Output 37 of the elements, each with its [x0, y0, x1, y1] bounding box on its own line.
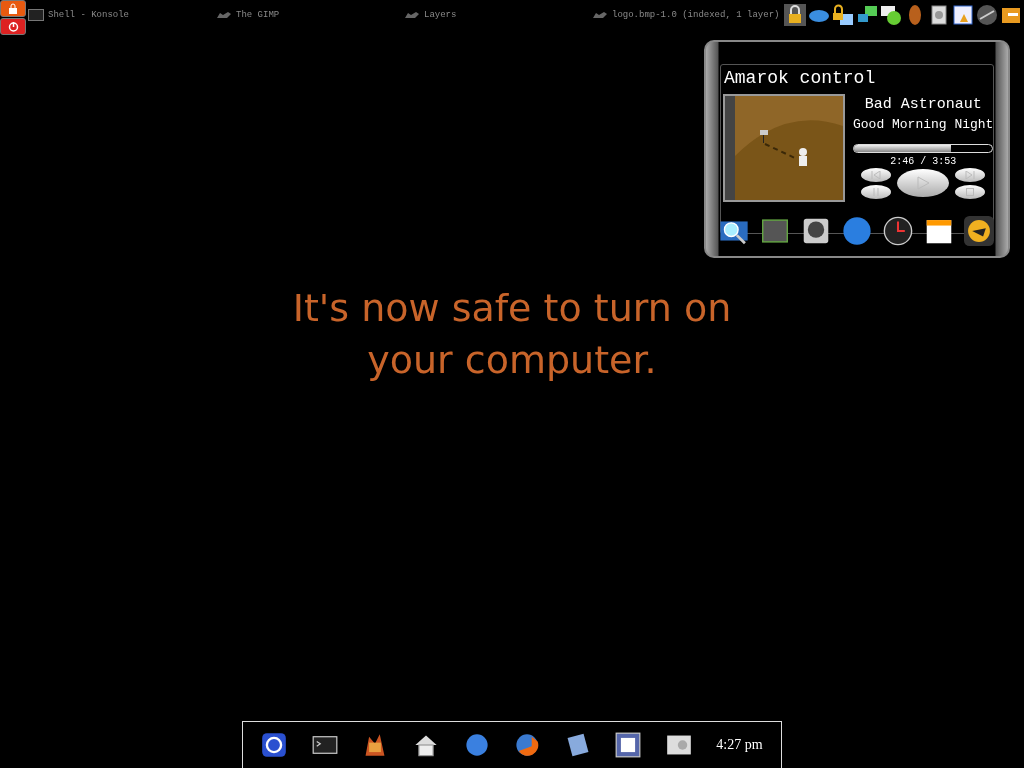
taskbar-item[interactable]: Layers [424, 10, 457, 20]
pause-button[interactable] [861, 184, 892, 199]
play-icon [916, 176, 931, 190]
track-time: 2:46 / 3:53 [890, 156, 957, 167]
animal-icon [216, 10, 232, 20]
globe-icon[interactable] [463, 732, 490, 758]
pause-icon [872, 187, 881, 196]
taskbar-item[interactable]: The GIMP [236, 10, 280, 20]
lock-icon[interactable] [784, 4, 806, 26]
track-album: Good Morning Night [853, 117, 994, 132]
power-icon [7, 21, 19, 32]
fox-globe-icon[interactable] [514, 732, 541, 758]
previous-icon [871, 170, 882, 179]
animal-icon [404, 10, 420, 20]
widget-title: Amarok control [723, 67, 877, 88]
next-button[interactable] [955, 167, 986, 182]
lock-icon[interactable] [832, 4, 854, 26]
chat-icon[interactable] [880, 4, 902, 26]
play-button[interactable] [897, 169, 950, 197]
lock-screen-button[interactable] [0, 0, 26, 17]
clock-icon[interactable] [882, 216, 913, 246]
stop-icon [966, 187, 975, 196]
previous-button[interactable] [861, 167, 892, 182]
shutdown-message: It's now safe to turn on your computer. [291, 284, 733, 384]
taskbar-item[interactable]: logo.bmp-1.0 (indexed, 1 layer) [612, 10, 780, 20]
stop-button[interactable] [955, 184, 986, 199]
clock: 4:27 pm [716, 737, 763, 753]
taskbar-item[interactable]: Shell - Konsole [48, 10, 129, 20]
track-artist: Bad Astronaut [864, 96, 982, 113]
globe-icon[interactable] [841, 216, 872, 246]
next-icon [965, 170, 976, 179]
logout-button[interactable] [0, 18, 26, 35]
chip-icon[interactable] [760, 216, 791, 246]
window-icon[interactable] [615, 732, 642, 758]
lock-icon [8, 3, 18, 14]
animal-icon [592, 10, 608, 20]
terminal-icon [28, 9, 44, 21]
